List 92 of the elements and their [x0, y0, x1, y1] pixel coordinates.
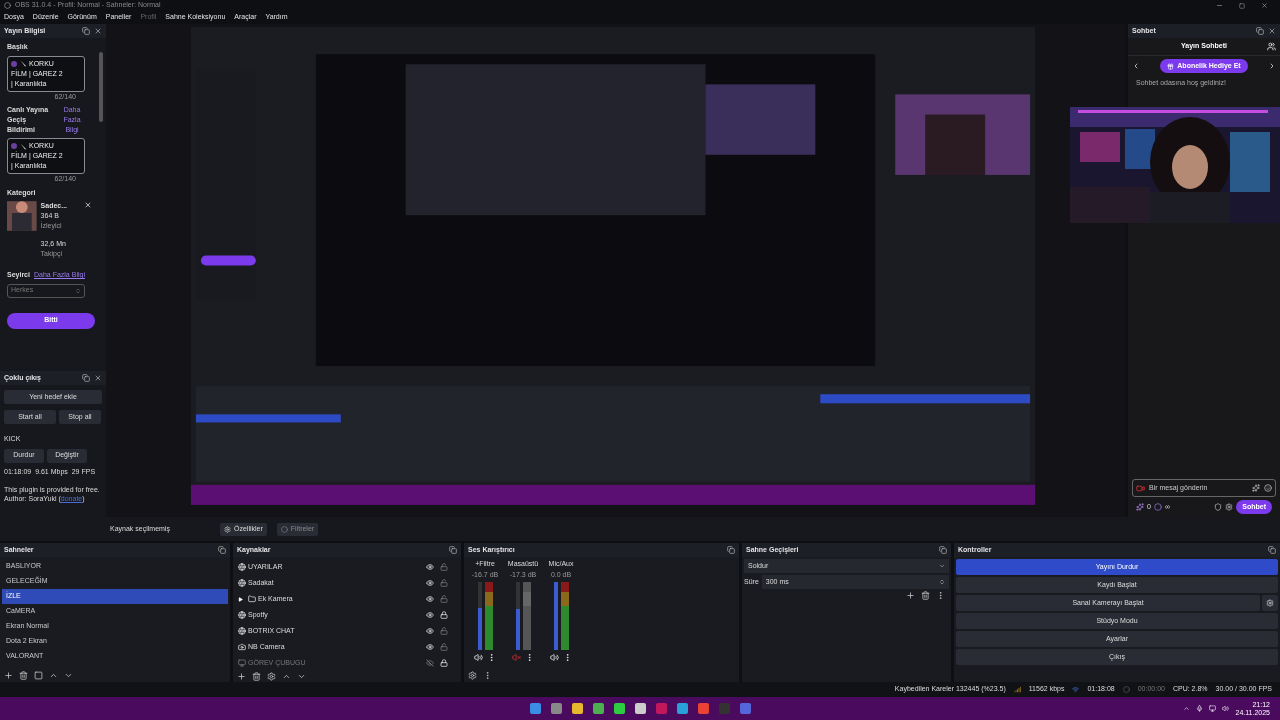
emote-icon: [11, 60, 17, 67]
add-icon[interactable]: [237, 672, 246, 681]
close-icon[interactable]: [94, 374, 102, 382]
chevron-left-icon[interactable]: [1132, 62, 1140, 70]
monitor-icon: [238, 659, 246, 667]
shield-icon[interactable]: [1214, 503, 1223, 511]
app-icon[interactable]: [613, 703, 625, 714]
advanced-audio-icon[interactable]: [468, 670, 477, 680]
close-icon[interactable]: [1268, 27, 1276, 35]
volume-slider[interactable]: [515, 582, 520, 650]
folder-icon: [248, 595, 256, 603]
emote-icon: [11, 143, 17, 149]
float-icon[interactable]: [218, 546, 226, 554]
up-icon[interactable]: [282, 672, 291, 681]
add-icon[interactable]: [906, 591, 915, 600]
eye-off-icon[interactable]: [426, 659, 434, 667]
float-icon[interactable]: [727, 546, 735, 554]
globe-icon: [238, 627, 246, 635]
gear-icon: [224, 525, 231, 533]
signal-icon: [1013, 686, 1021, 693]
unlock-icon[interactable]: [440, 595, 448, 603]
eye-icon[interactable]: [426, 563, 434, 571]
settings-icon[interactable]: [1225, 503, 1234, 511]
globe-icon: [238, 579, 246, 587]
lock-icon[interactable]: [440, 659, 448, 667]
eye-icon[interactable]: [426, 595, 434, 603]
users-icon[interactable]: [1267, 42, 1276, 51]
app-icon[interactable]: [571, 703, 583, 714]
delete-icon[interactable]: [921, 591, 930, 600]
remove-icon[interactable]: [84, 201, 92, 209]
eye-icon[interactable]: [426, 627, 434, 635]
app-icon[interactable]: [676, 703, 688, 714]
minimize-icon[interactable]: [1216, 2, 1223, 9]
float-icon[interactable]: [939, 546, 947, 554]
chevron-right-icon[interactable]: [1268, 62, 1276, 70]
eye-icon[interactable]: [426, 611, 434, 619]
camera-icon: [238, 643, 246, 651]
globe-icon: [238, 563, 246, 571]
volume-slider[interactable]: [477, 582, 482, 650]
float-icon[interactable]: [449, 546, 457, 554]
mic-icon[interactable]: [1196, 705, 1204, 712]
volume-slider[interactable]: [553, 582, 558, 650]
close-icon[interactable]: [94, 27, 102, 35]
delete-icon[interactable]: [19, 670, 28, 680]
circle-icon: [1153, 503, 1162, 511]
app-logo-icon: [4, 2, 11, 9]
volume-icon[interactable]: [1222, 705, 1230, 712]
sparkles-icon[interactable]: [1252, 484, 1260, 492]
app-icon[interactable]: [550, 703, 562, 714]
app-icon[interactable]: [697, 703, 709, 714]
float-icon[interactable]: [1268, 546, 1276, 554]
close-icon[interactable]: [1261, 2, 1268, 9]
lock-icon[interactable]: [440, 611, 448, 619]
unlock-icon[interactable]: [440, 563, 448, 571]
more-icon[interactable]: [525, 653, 534, 662]
updown-icon: [75, 287, 81, 294]
speaker-icon[interactable]: [474, 653, 483, 662]
float-icon[interactable]: [82, 374, 90, 382]
app-icon[interactable]: [529, 703, 541, 714]
eye-icon[interactable]: [426, 579, 434, 587]
settings-icon[interactable]: [267, 672, 276, 681]
scrollbar[interactable]: [99, 52, 103, 122]
down-icon[interactable]: [297, 672, 306, 681]
dropdown-icon: [939, 563, 945, 569]
unlock-icon[interactable]: [440, 579, 448, 587]
bits-icon[interactable]: [1136, 503, 1144, 511]
spin-icon: [939, 579, 945, 585]
tray-icon[interactable]: [1183, 705, 1191, 712]
app-icon[interactable]: [634, 703, 646, 714]
float-icon[interactable]: [1256, 27, 1264, 35]
expand-icon[interactable]: [238, 596, 243, 602]
knife-icon: [20, 142, 27, 150]
unlock-icon[interactable]: [440, 643, 448, 651]
app-icon[interactable]: [592, 703, 604, 714]
knife-icon: [20, 60, 27, 67]
record-icon: [1122, 686, 1130, 693]
stream-icon: [1072, 686, 1080, 693]
more-icon[interactable]: [936, 591, 945, 600]
maximize-icon[interactable]: [1239, 2, 1245, 9]
eye-icon[interactable]: [426, 643, 434, 651]
unlock-icon[interactable]: [440, 627, 448, 635]
float-icon[interactable]: [82, 27, 90, 35]
delete-icon[interactable]: [252, 672, 261, 681]
emoji-icon[interactable]: [1264, 484, 1272, 492]
globe-icon: [238, 611, 246, 619]
settings-button[interactable]: [1262, 595, 1278, 611]
gift-icon: [1167, 62, 1175, 70]
speaker-icon[interactable]: [550, 653, 559, 662]
video-icon: [1136, 483, 1145, 493]
add-icon[interactable]: [4, 670, 13, 680]
gear-icon: [1266, 599, 1274, 607]
more-icon[interactable]: [563, 653, 572, 662]
